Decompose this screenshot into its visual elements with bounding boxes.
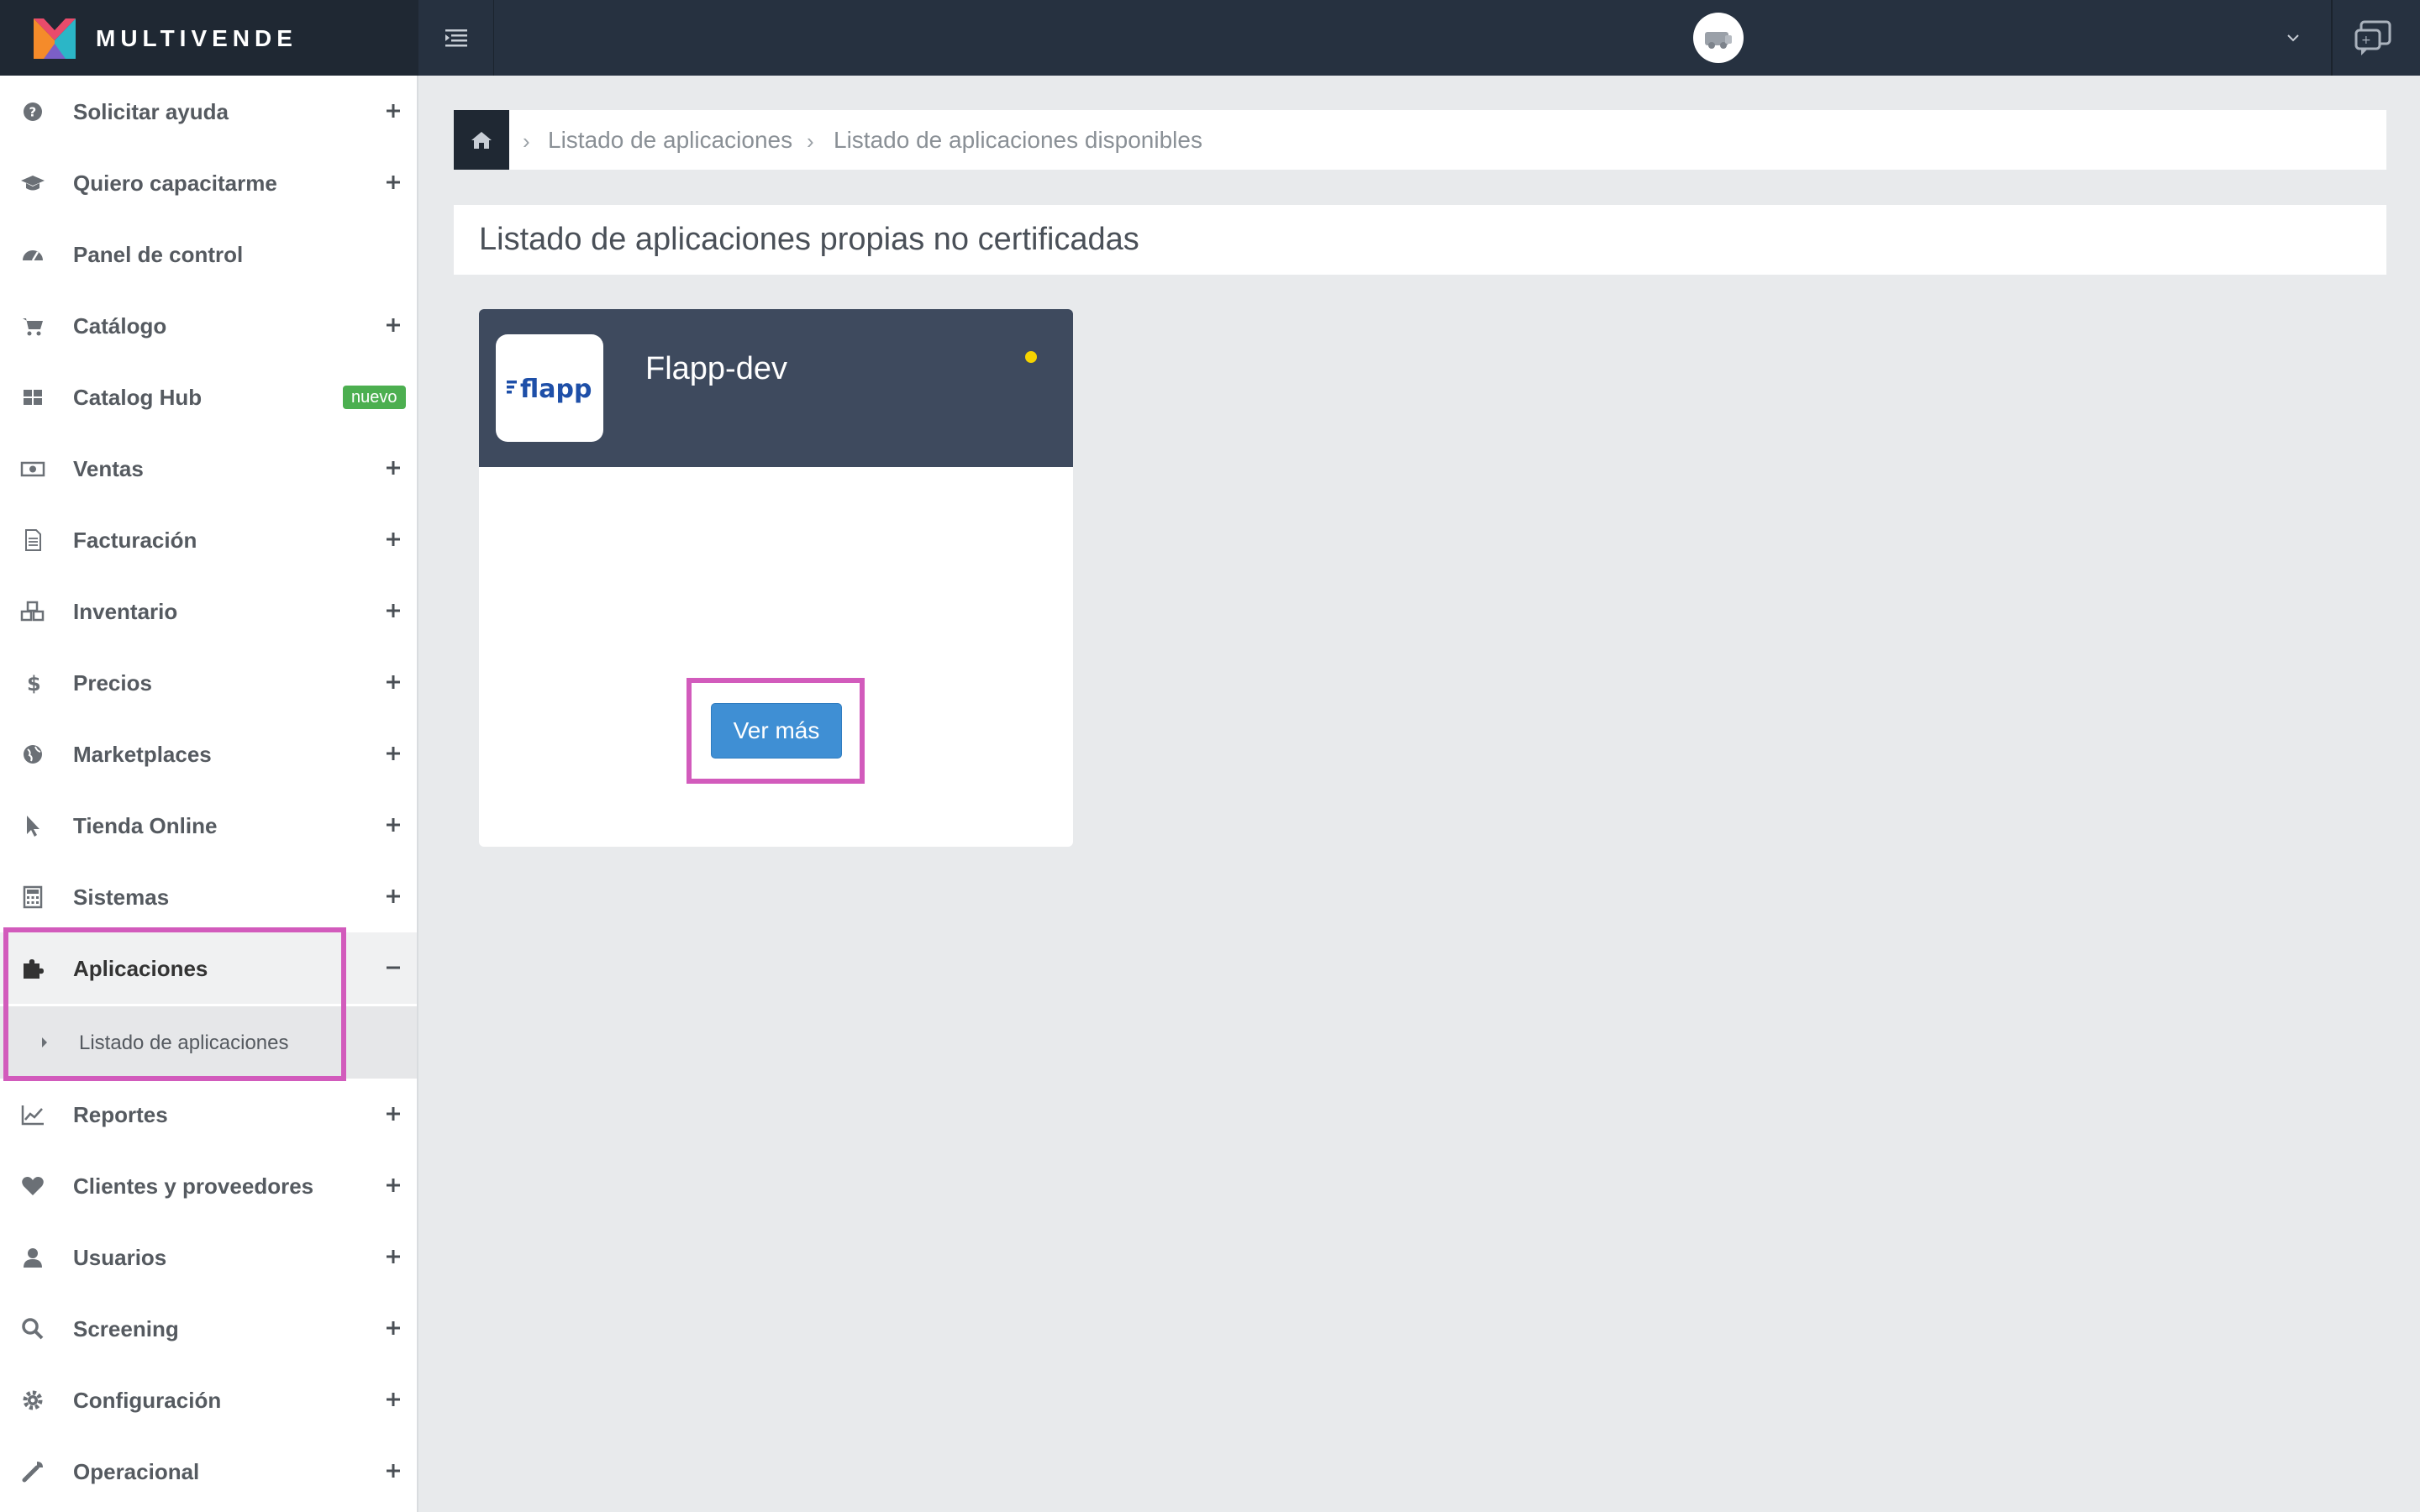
menu-toggle-icon: [445, 29, 467, 47]
multivende-logo-icon: [34, 18, 76, 59]
wrench-icon: [18, 1461, 47, 1483]
heart-icon: [18, 1175, 47, 1197]
cubes-icon: [18, 601, 47, 622]
sidebar-item-facturacion[interactable]: Facturación: [0, 504, 417, 575]
ver-mas-highlight: [687, 678, 865, 784]
globe-icon: [18, 743, 47, 765]
top-divider: [2331, 0, 2333, 76]
user-icon: [18, 1247, 47, 1268]
top-bar: MULTIVENDE +: [0, 0, 2420, 76]
calculator-icon: [18, 885, 47, 909]
sidebar-item-clientes-y-proveedores[interactable]: Clientes y proveedores: [0, 1150, 417, 1221]
sidebar-item-marketplaces[interactable]: Marketplaces: [0, 718, 417, 790]
sidebar-item-ventas[interactable]: Ventas: [0, 433, 417, 504]
breadcrumb-separator: ›: [807, 129, 814, 154]
sidebar-item-tienda-online[interactable]: Tienda Online: [0, 790, 417, 861]
expand-plus-icon: [381, 1316, 405, 1340]
status-dot: [1025, 351, 1037, 363]
breadcrumb-item-listado-de-aplicaciones[interactable]: Listado de aplicaciones: [548, 127, 792, 154]
flapp-logo-icon: flapp: [507, 375, 592, 404]
breadcrumb: › Listado de aplicaciones › Listado de a…: [454, 110, 2386, 170]
dashboard-icon: [18, 244, 47, 265]
svg-text:+: +: [2361, 34, 2371, 47]
sidebar-item-precios[interactable]: $ Precios: [0, 647, 417, 718]
sidebar-item-catalog-hub[interactable]: Catalog Hub nuevo: [0, 361, 417, 433]
sidebar-item-sistemas[interactable]: Sistemas: [0, 861, 417, 932]
expand-plus-icon: [381, 313, 405, 337]
pointer-icon: [18, 815, 47, 837]
expand-plus-icon: [381, 670, 405, 694]
grid-icon: [18, 386, 47, 408]
expand-plus-icon: [381, 885, 405, 908]
sidebar-item-usuarios[interactable]: Usuarios: [0, 1221, 417, 1293]
breadcrumb-item-disponibles[interactable]: Listado de aplicaciones disponibles: [834, 127, 1202, 154]
brand[interactable]: MULTIVENDE: [0, 0, 418, 76]
line-chart-icon: [18, 1104, 47, 1126]
chevron-down-icon: [2287, 34, 2299, 42]
brand-name: MULTIVENDE: [96, 25, 297, 51]
menu-toggle-button[interactable]: [418, 0, 494, 76]
question-circle-icon: ?: [18, 101, 47, 123]
sidebar-item-operacional[interactable]: Operacional: [0, 1436, 417, 1507]
sidebar-item-reportes[interactable]: Reportes: [0, 1079, 417, 1150]
sidebar-item-inventario[interactable]: Inventario: [0, 575, 417, 647]
sidebar-item-panel-de-control[interactable]: Panel de control: [0, 218, 417, 290]
svg-text:?: ?: [29, 105, 37, 120]
expand-plus-icon: [381, 1459, 405, 1483]
cart-icon: [18, 315, 47, 337]
app-name: Flapp-dev: [645, 351, 787, 386]
search-icon: [18, 1318, 47, 1340]
expand-plus-icon: [381, 171, 405, 194]
sidebar: ? Solicitar ayuda Quiero capacitarme Pan…: [0, 76, 418, 1512]
expand-plus-icon: [381, 456, 405, 480]
expand-plus-icon: [381, 1102, 405, 1126]
expand-plus-icon: [381, 1388, 405, 1411]
sidebar-item-quiero-capacitarme[interactable]: Quiero capacitarme: [0, 147, 417, 218]
expand-plus-icon: [381, 742, 405, 765]
page-title: Listado de aplicaciones propias no certi…: [479, 222, 1139, 257]
expand-plus-icon: [381, 1245, 405, 1268]
expand-plus-icon: [381, 528, 405, 551]
section-header: Listado de aplicaciones propias no certi…: [454, 205, 2386, 275]
store-avatar-icon: [1705, 32, 1732, 49]
collapse-minus-icon: [381, 956, 405, 979]
sidebar-item-screening[interactable]: Screening: [0, 1293, 417, 1364]
expand-plus-icon: [381, 1173, 405, 1197]
new-badge: nuevo: [343, 386, 406, 409]
home-button[interactable]: [454, 110, 509, 170]
svg-text:flapp: flapp: [520, 375, 592, 404]
sidebar-item-configuracion[interactable]: Configuración: [0, 1364, 417, 1436]
sidebar-item-solicitar-ayuda[interactable]: ? Solicitar ayuda: [0, 76, 417, 147]
dollar-icon: $: [18, 672, 47, 696]
app-logo: flapp: [496, 334, 603, 442]
chat-support-icon[interactable]: +: [2353, 18, 2395, 57]
document-icon: [18, 529, 47, 551]
money-icon: [18, 458, 47, 480]
home-icon: [471, 131, 492, 149]
app-card-header: flapp Flapp-dev: [479, 309, 1073, 467]
svg-text:$: $: [27, 672, 41, 696]
aplicaciones-highlight: [3, 927, 346, 1081]
breadcrumb-separator: ›: [523, 129, 530, 154]
sidebar-item-catalogo[interactable]: Catálogo: [0, 290, 417, 361]
expand-plus-icon: [381, 599, 405, 622]
expand-plus-icon: [381, 99, 405, 123]
expand-plus-icon: [381, 813, 405, 837]
graduation-cap-icon: [18, 172, 47, 194]
user-avatar[interactable]: [1693, 13, 1744, 63]
gear-icon: [18, 1389, 47, 1411]
user-menu-chevron[interactable]: [2281, 25, 2306, 50]
